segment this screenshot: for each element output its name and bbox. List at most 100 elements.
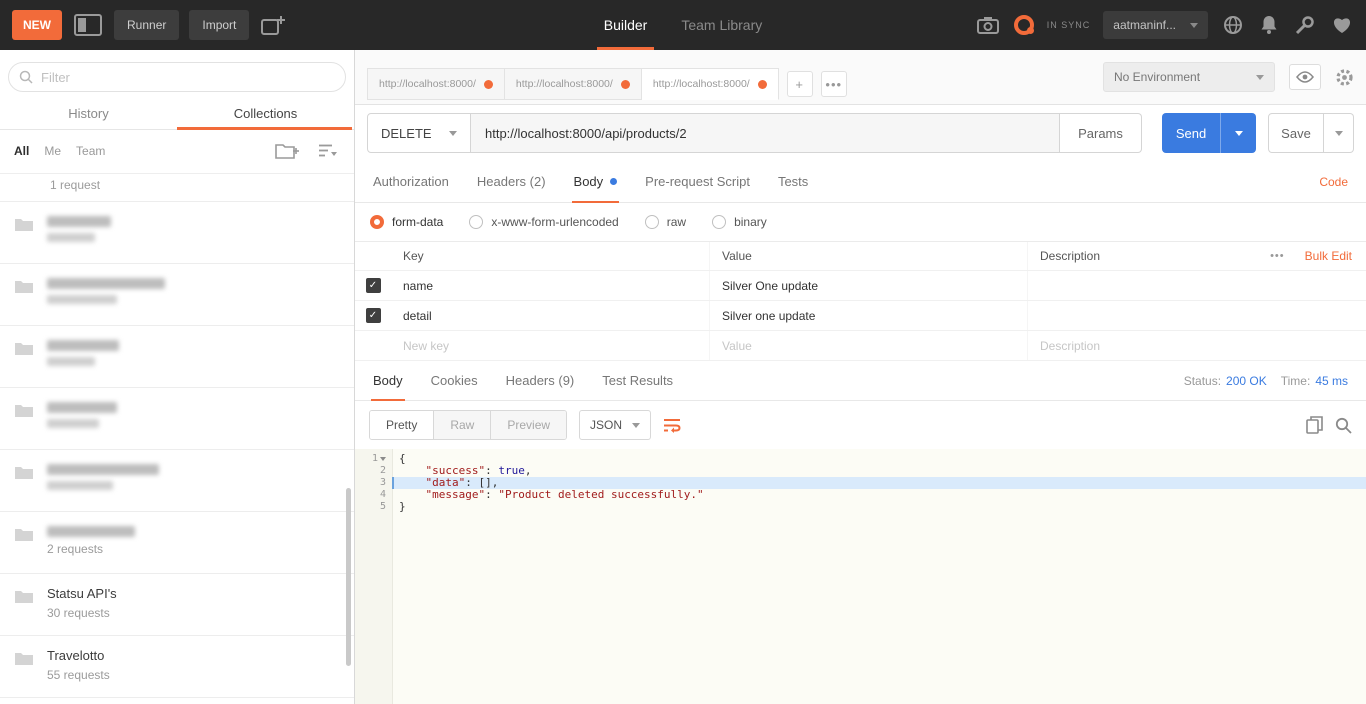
capture-icon[interactable] <box>975 14 1001 36</box>
url-input[interactable] <box>471 113 1060 153</box>
value-cell[interactable]: Silver one update <box>709 301 1027 330</box>
line-number[interactable]: 4 <box>355 489 392 501</box>
method-select[interactable]: DELETE <box>367 113 471 153</box>
row-checkbox[interactable] <box>366 278 381 293</box>
collection-item-redacted[interactable] <box>0 450 354 512</box>
collection-item-redacted[interactable] <box>0 326 354 388</box>
row-checkbox[interactable] <box>366 308 381 323</box>
tab-response-headers[interactable]: Headers (9) <box>492 361 589 400</box>
tab-builder[interactable]: Builder <box>587 0 665 50</box>
key-cell[interactable]: name <box>391 271 709 300</box>
redacted-meta <box>47 419 99 428</box>
new-description-cell[interactable]: Description <box>1027 331 1247 360</box>
settings-gear-icon[interactable] <box>1335 68 1354 87</box>
unsaved-dot-icon <box>484 80 493 89</box>
collection-item[interactable]: 1 request <box>0 174 354 202</box>
new-window-icon[interactable] <box>259 13 287 37</box>
redacted-name <box>47 278 165 289</box>
header-right-group: IN SYNC aatmaninf... <box>975 11 1354 39</box>
line-number[interactable]: 2 <box>355 465 392 477</box>
body-type-raw[interactable]: raw <box>645 215 686 229</box>
scope-team[interactable]: Team <box>76 144 105 158</box>
line-number[interactable]: 3 <box>355 477 392 489</box>
code-link[interactable]: Code <box>1319 175 1348 189</box>
sidebar-scrollbar[interactable] <box>346 488 351 666</box>
send-dropdown-button[interactable] <box>1220 113 1256 153</box>
save-dropdown-button[interactable] <box>1324 113 1354 153</box>
runner-button[interactable]: Runner <box>114 10 179 40</box>
new-value-cell[interactable]: Value <box>709 331 1027 360</box>
sync-status-icon[interactable] <box>1014 15 1034 35</box>
request-tab[interactable]: http://localhost:8000/ <box>505 68 642 100</box>
scope-all[interactable]: All <box>14 144 29 158</box>
collection-item-redacted[interactable] <box>0 202 354 264</box>
fold-arrow-icon[interactable] <box>380 457 386 461</box>
tab-response-body[interactable]: Body <box>359 361 417 400</box>
language-select[interactable]: JSON <box>579 410 651 440</box>
sort-icon[interactable] <box>316 141 340 160</box>
params-button[interactable]: Params <box>1060 113 1142 153</box>
sidebar-toggle-icon[interactable] <box>72 12 104 38</box>
add-tab-button[interactable]: + <box>787 71 813 97</box>
tab-team-library[interactable]: Team Library <box>664 0 779 50</box>
wrap-lines-icon[interactable] <box>663 417 681 433</box>
environment-quick-look-button[interactable] <box>1289 64 1321 90</box>
new-button[interactable]: NEW <box>12 10 62 40</box>
table-more-icon[interactable]: ••• <box>1270 250 1285 262</box>
body-type-form-data[interactable]: form-data <box>370 215 443 229</box>
user-menu[interactable]: aatmaninf... <box>1103 11 1208 39</box>
scope-me[interactable]: Me <box>44 144 61 158</box>
new-key-cell[interactable]: New key <box>391 331 709 360</box>
request-tab-active[interactable]: http://localhost:8000/ <box>642 68 779 100</box>
tab-test-results[interactable]: Test Results <box>588 361 687 400</box>
bulk-edit-link[interactable]: Bulk Edit <box>1305 249 1352 263</box>
collection-item-redacted[interactable]: 2 requests <box>0 512 354 574</box>
collection-item[interactable]: Travelotto 55 requests <box>0 636 354 698</box>
body-type-binary[interactable]: binary <box>712 215 767 229</box>
line-number[interactable]: 5 <box>355 501 392 513</box>
tab-history[interactable]: History <box>0 100 177 129</box>
chevron-down-icon <box>1190 23 1198 28</box>
value-cell[interactable]: Silver One update <box>709 271 1027 300</box>
table-row: name Silver One update <box>355 271 1366 301</box>
collection-name: Statsu API's <box>47 586 117 601</box>
import-button[interactable]: Import <box>189 10 249 40</box>
proxy-globe-icon[interactable] <box>1221 13 1245 37</box>
tab-body[interactable]: Body <box>560 161 632 202</box>
top-header: NEW Runner Import Builder Team Library I… <box>0 0 1366 50</box>
tab-tests[interactable]: Tests <box>764 161 822 202</box>
key-cell[interactable]: detail <box>391 301 709 330</box>
filter-input[interactable] <box>8 62 346 92</box>
line-number[interactable]: 1 <box>355 453 392 465</box>
description-cell[interactable] <box>1027 301 1247 330</box>
collection-item[interactable]: Statsu API's 30 requests <box>0 574 354 636</box>
tab-headers[interactable]: Headers (2) <box>463 161 560 202</box>
view-pretty-button[interactable]: Pretty <box>370 411 434 439</box>
new-folder-icon[interactable] <box>273 140 301 161</box>
send-button[interactable]: Send <box>1162 113 1220 153</box>
tab-pre-request-script[interactable]: Pre-request Script <box>631 161 764 202</box>
request-tab[interactable]: http://localhost:8000/ <box>367 68 505 100</box>
save-button[interactable]: Save <box>1268 113 1324 153</box>
tab-authorization[interactable]: Authorization <box>359 161 463 202</box>
more-tabs-button[interactable]: ••• <box>821 71 847 97</box>
search-response-icon[interactable] <box>1335 417 1352 434</box>
table-row: detail Silver one update <box>355 301 1366 331</box>
redacted-name <box>47 340 119 351</box>
body-indicator-dot <box>610 178 617 185</box>
collection-item-redacted[interactable] <box>0 388 354 450</box>
body-type-urlencoded[interactable]: x-www-form-urlencoded <box>469 215 618 229</box>
description-cell[interactable] <box>1027 271 1247 300</box>
bell-icon[interactable] <box>1258 13 1280 37</box>
tab-cookies[interactable]: Cookies <box>417 361 492 400</box>
heart-icon[interactable] <box>1330 14 1354 36</box>
view-raw-button[interactable]: Raw <box>434 411 491 439</box>
tab-collections[interactable]: Collections <box>177 100 354 129</box>
interceptor-icon[interactable] <box>1293 13 1317 37</box>
response-body-viewer: 1 { 2 "success": true, 3 "data": [], 4 "… <box>355 449 1366 704</box>
body-type-selector: form-data x-www-form-urlencoded raw bina… <box>355 203 1366 241</box>
collection-item-redacted[interactable] <box>0 264 354 326</box>
environment-select[interactable]: No Environment <box>1103 62 1275 92</box>
copy-icon[interactable] <box>1306 416 1323 434</box>
view-preview-button[interactable]: Preview <box>491 411 566 439</box>
